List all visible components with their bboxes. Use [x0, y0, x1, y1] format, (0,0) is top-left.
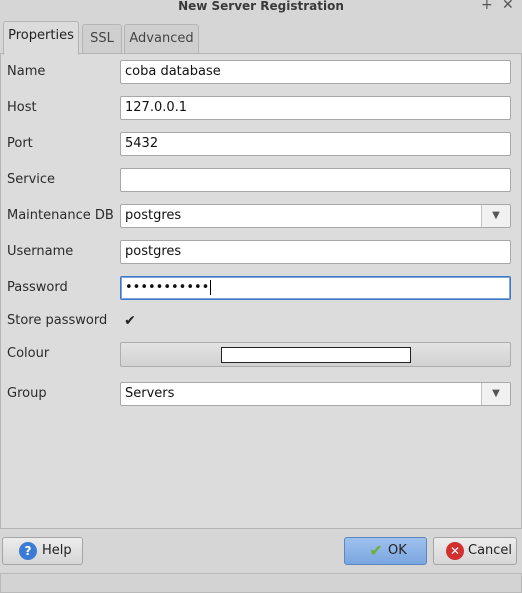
store-password-label: Store password: [7, 313, 108, 328]
colour-swatch: [221, 347, 411, 363]
port-field[interactable]: 5432: [120, 132, 511, 156]
ok-button-label: OK: [388, 543, 407, 558]
host-label: Host: [7, 100, 37, 115]
text-cursor: [210, 280, 212, 295]
password-label: Password: [7, 280, 68, 295]
username-field[interactable]: postgres: [120, 240, 511, 264]
status-bar: [0, 573, 522, 593]
tab-ssl[interactable]: SSL: [82, 24, 122, 54]
maintenance-db-label: Maintenance DB: [7, 208, 114, 223]
name-field[interactable]: coba database: [120, 60, 511, 84]
service-label: Service: [7, 172, 56, 187]
username-label: Username: [7, 244, 74, 259]
tab-properties[interactable]: Properties: [3, 21, 79, 55]
title-bar: New Server Registration + ✕: [0, 0, 522, 14]
cancel-button[interactable]: ✕ Cancel: [433, 537, 517, 565]
port-label: Port: [7, 136, 33, 151]
help-button[interactable]: ? Help: [2, 537, 83, 565]
colour-picker-button[interactable]: [120, 342, 511, 367]
host-field[interactable]: 127.0.0.1: [120, 96, 511, 120]
pin-icon[interactable]: +: [481, 0, 493, 12]
password-field[interactable]: •••••••••••: [120, 276, 511, 300]
group-label: Group: [7, 386, 47, 401]
colour-label: Colour: [7, 346, 50, 361]
question-icon: ?: [19, 542, 37, 560]
maintenance-db-value: postgres: [125, 208, 182, 223]
cancel-button-label: Cancel: [468, 543, 513, 558]
help-button-label: Help: [42, 543, 72, 558]
service-field[interactable]: [120, 168, 511, 192]
chevron-down-icon[interactable]: ▼: [481, 205, 510, 227]
tab-advanced[interactable]: Advanced: [124, 24, 199, 54]
cancel-icon: ✕: [446, 542, 464, 560]
checkmark-icon: ✔: [369, 541, 383, 560]
password-value: •••••••••••: [125, 280, 210, 295]
chevron-down-icon[interactable]: ▼: [481, 383, 510, 405]
name-label: Name: [7, 64, 46, 79]
group-select[interactable]: Servers ▼: [120, 382, 511, 406]
ok-button[interactable]: ✔ OK: [344, 537, 427, 565]
close-icon[interactable]: ✕: [502, 0, 514, 12]
maintenance-db-select[interactable]: postgres ▼: [120, 204, 511, 228]
group-value: Servers: [125, 386, 175, 401]
window-title: New Server Registration: [178, 0, 344, 13]
tab-bar: Properties SSL Advanced: [0, 21, 522, 55]
store-password-checkbox[interactable]: ✔: [122, 313, 138, 329]
